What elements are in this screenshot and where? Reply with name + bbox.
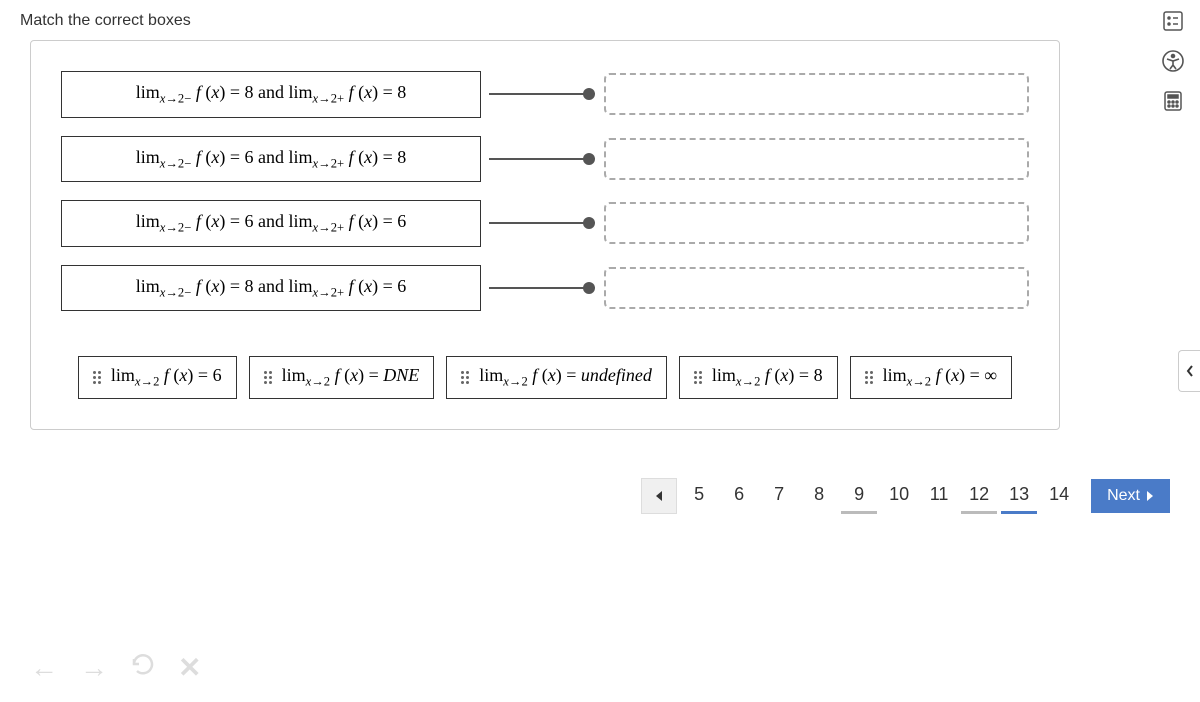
question-list-icon[interactable] bbox=[1160, 8, 1186, 34]
page-10[interactable]: 10 bbox=[881, 478, 917, 514]
drag-handle-icon bbox=[865, 371, 873, 384]
collapse-panel-button[interactable] bbox=[1178, 350, 1200, 392]
option-limit-infinity[interactable]: limx→2 f (x) = ∞ bbox=[850, 356, 1013, 399]
prev-page-button[interactable] bbox=[641, 478, 677, 514]
drag-handle-icon bbox=[93, 371, 101, 384]
option-label: limx→2 f (x) = ∞ bbox=[883, 365, 998, 390]
option-limit-6[interactable]: limx→2 f (x) = 6 bbox=[78, 356, 237, 399]
calculator-icon[interactable] bbox=[1160, 88, 1186, 114]
match-area: limx→2− f (x) = 8 and limx→2+ f (x) = 8 … bbox=[61, 71, 1029, 311]
option-label: limx→2 f (x) = 6 bbox=[111, 365, 222, 390]
drop-zone-4[interactable] bbox=[604, 267, 1029, 309]
match-row: limx→2− f (x) = 8 and limx→2+ f (x) = 8 bbox=[61, 71, 1029, 118]
nav-reload-button[interactable] bbox=[130, 651, 156, 684]
page-8[interactable]: 8 bbox=[801, 478, 837, 514]
drag-handle-icon bbox=[694, 371, 702, 384]
drop-zone-2[interactable] bbox=[604, 138, 1029, 180]
source-box-4: limx→2− f (x) = 8 and limx→2+ f (x) = 6 bbox=[61, 265, 481, 312]
connector-line bbox=[489, 222, 589, 224]
option-label: limx→2 f (x) = 8 bbox=[712, 365, 823, 390]
bottom-nav: ← → ✕ bbox=[30, 651, 201, 684]
option-limit-undefined[interactable]: limx→2 f (x) = undefined bbox=[446, 356, 667, 399]
accessibility-icon[interactable] bbox=[1160, 48, 1186, 74]
page-12[interactable]: 12 bbox=[961, 478, 997, 514]
next-label: Next bbox=[1107, 487, 1140, 505]
drag-handle-icon bbox=[264, 371, 272, 384]
chevron-left-icon bbox=[1185, 364, 1195, 378]
page-6[interactable]: 6 bbox=[721, 478, 757, 514]
match-row: limx→2− f (x) = 8 and limx→2+ f (x) = 6 bbox=[61, 265, 1029, 312]
page-title: Match the correct boxes bbox=[0, 0, 1200, 38]
page-9[interactable]: 9 bbox=[841, 478, 877, 514]
nav-back-button[interactable]: ← bbox=[30, 652, 58, 684]
page-7[interactable]: 7 bbox=[761, 478, 797, 514]
pagination: 5 6 7 8 9 10 11 12 13 14 Next bbox=[641, 478, 1170, 514]
question-container: limx→2− f (x) = 8 and limx→2+ f (x) = 8 … bbox=[30, 40, 1060, 430]
drop-zone-3[interactable] bbox=[604, 202, 1029, 244]
triangle-left-icon bbox=[654, 490, 664, 502]
page-13[interactable]: 13 bbox=[1001, 478, 1037, 514]
match-row: limx→2− f (x) = 6 and limx→2+ f (x) = 6 bbox=[61, 200, 1029, 247]
option-label: limx→2 f (x) = DNE bbox=[282, 365, 420, 390]
page-14[interactable]: 14 bbox=[1041, 478, 1077, 514]
source-box-2: limx→2− f (x) = 6 and limx→2+ f (x) = 8 bbox=[61, 136, 481, 183]
drop-zone-1[interactable] bbox=[604, 73, 1029, 115]
nav-close-button[interactable]: ✕ bbox=[178, 651, 201, 684]
triangle-right-icon bbox=[1146, 490, 1154, 502]
option-limit-8[interactable]: limx→2 f (x) = 8 bbox=[679, 356, 838, 399]
option-label: limx→2 f (x) = undefined bbox=[479, 365, 652, 390]
reload-icon bbox=[130, 651, 156, 677]
connector-line bbox=[489, 93, 589, 95]
page-5[interactable]: 5 bbox=[681, 478, 717, 514]
connector-line bbox=[489, 158, 589, 160]
options-area: limx→2 f (x) = 6 limx→2 f (x) = DNE limx… bbox=[61, 356, 1029, 399]
match-row: limx→2− f (x) = 6 and limx→2+ f (x) = 8 bbox=[61, 136, 1029, 183]
drag-handle-icon bbox=[461, 371, 469, 384]
connector-line bbox=[489, 287, 589, 289]
source-box-1: limx→2− f (x) = 8 and limx→2+ f (x) = 8 bbox=[61, 71, 481, 118]
source-box-3: limx→2− f (x) = 6 and limx→2+ f (x) = 6 bbox=[61, 200, 481, 247]
page-11[interactable]: 11 bbox=[921, 478, 957, 514]
nav-forward-button[interactable]: → bbox=[80, 652, 108, 684]
next-button[interactable]: Next bbox=[1091, 479, 1170, 513]
option-limit-dne[interactable]: limx→2 f (x) = DNE bbox=[249, 356, 435, 399]
right-sidebar bbox=[1160, 8, 1186, 114]
